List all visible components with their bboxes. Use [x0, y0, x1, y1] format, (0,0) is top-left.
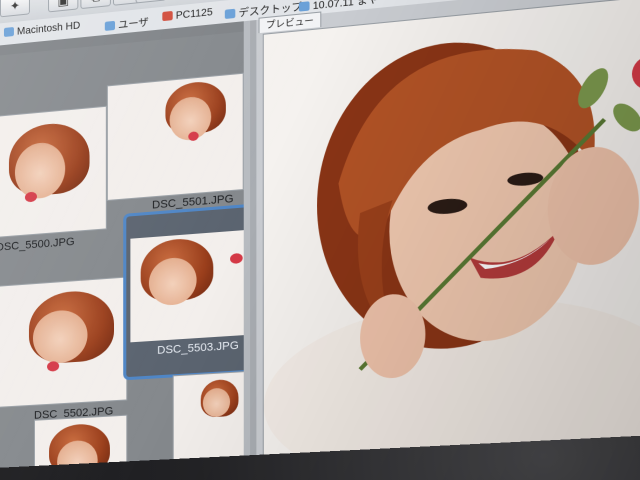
path-item-pc1125[interactable]: PC1125	[162, 7, 213, 23]
copy-icon[interactable]: ⧉	[80, 0, 111, 10]
path-item-folder-20100711[interactable]: 20100711	[371, 0, 434, 2]
thumbnail-image	[34, 415, 127, 468]
thumbnail-image	[0, 277, 127, 407]
gear-icon[interactable]: ✦	[0, 0, 30, 18]
thumbnail-partial[interactable]	[172, 370, 251, 468]
folder-icon	[298, 1, 310, 12]
thumbnail-partial[interactable]	[33, 414, 128, 468]
photo-scene: ✦ ▣ ⧉ ✺ ▤ Macintosh HD ユーザ PC1125 デスクトップ…	[0, 0, 640, 480]
preview-photo	[263, 0, 640, 459]
thumbnail-image	[107, 73, 243, 200]
monitor-screen: ✦ ▣ ⧉ ✺ ▤ Macintosh HD ユーザ PC1125 デスクトップ…	[0, 0, 640, 468]
path-item-macintosh-hd[interactable]: Macintosh HD	[3, 20, 80, 39]
thumbnail-dsc-5500[interactable]	[0, 105, 107, 238]
folder-icon	[104, 20, 116, 31]
thumbnail-grid: DSC_5500.JPG DSC_5501.JPG DSC_5502.JPG D…	[0, 31, 272, 468]
camera-icon[interactable]: ▣	[48, 0, 79, 13]
path-item-users[interactable]: ユーザ	[104, 13, 149, 33]
page-icon[interactable]: ▤	[135, 0, 167, 4]
thumbnail-dsc-5502[interactable]	[0, 276, 128, 408]
preview-pane: プレビュー	[256, 0, 640, 464]
thumbnail-caption: DSC_5500.JPG	[0, 235, 75, 254]
preview-image	[262, 0, 640, 459]
thumbnail-caption: DSC_5503.JPG	[157, 339, 239, 357]
thumbnail-image	[130, 229, 256, 343]
drive-icon	[3, 26, 14, 38]
thumbnail-image	[0, 106, 106, 237]
thumbnail-dsc-5501[interactable]	[106, 72, 244, 201]
home-icon	[162, 10, 173, 22]
folder-icon	[224, 8, 236, 20]
content-browser: DSC_5500.JPG DSC_5501.JPG DSC_5502.JPG D…	[0, 20, 272, 468]
thumbnail-image	[173, 371, 250, 468]
